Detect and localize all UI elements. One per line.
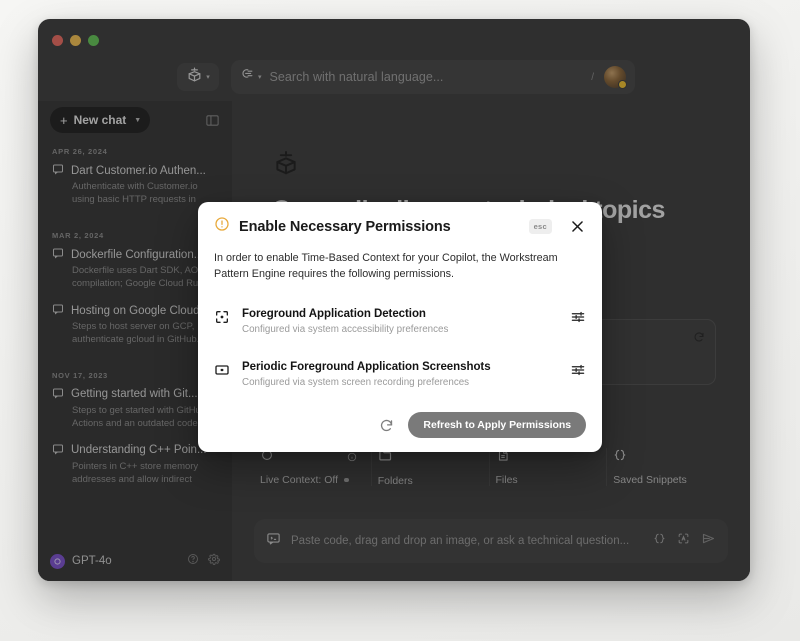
permission-description: Configured via system screen recording p… (242, 377, 470, 389)
code-braces-icon[interactable] (653, 532, 666, 550)
chevron-down-icon: ▾ (206, 74, 210, 81)
esc-key-badge: esc (528, 219, 552, 234)
permission-row-screenshots[interactable]: Periodic Foreground Application Screensh… (214, 351, 586, 394)
toggle-sidebar-button[interactable] (205, 113, 220, 128)
chat-item-title: Getting started with Git... (71, 388, 198, 401)
gear-icon[interactable] (208, 552, 220, 570)
new-chat-button[interactable]: + New chat ▼ (50, 107, 151, 133)
action-label-group: Saved Snippets (613, 474, 724, 486)
code-braces-icon (613, 448, 627, 467)
screenshot-icon (214, 362, 230, 383)
refresh-icon[interactable] (379, 418, 394, 433)
action-live-context[interactable]: Live Context: Off (254, 448, 371, 486)
send-icon[interactable] (701, 531, 716, 551)
permission-description: Configured via system accessibility pref… (242, 324, 449, 336)
permission-settings-icon[interactable] (570, 362, 586, 383)
minimize-window-button[interactable] (70, 34, 81, 46)
search-shortcut-hint: / (591, 71, 594, 83)
refresh-icon[interactable] (693, 330, 705, 348)
prompt-bubble-icon[interactable] (266, 531, 281, 551)
action-label: Live Context: Off (260, 474, 339, 486)
sidebar-header: + New chat ▼ (38, 101, 232, 133)
chat-item-title-row: Understanding C++ Poin... (52, 443, 218, 458)
avatar[interactable] (604, 66, 627, 89)
chat-item-title: Hosting on Google Cloud (71, 304, 200, 317)
sidebar-footer: GPT-4o (38, 541, 232, 581)
composer-input[interactable]: Paste code, drag and drop an image, or a… (291, 535, 643, 547)
chat-item-title: Dart Customer.io Authen... (71, 164, 206, 177)
chat-item-title: Dockerfile Configuration... (71, 248, 204, 261)
action-files[interactable]: Files (490, 448, 607, 486)
permissions-list: Foreground Application Detection Configu… (214, 298, 586, 394)
dialog-description: In order to enable Time-Based Context fo… (214, 252, 558, 281)
chat-item-preview: Authenticate with Customer.io using basi… (72, 181, 198, 206)
action-label: Folders (377, 474, 413, 487)
search-filter-icon (240, 67, 255, 87)
text-recognition-icon[interactable] (677, 532, 690, 550)
new-chat-label: New chat (73, 113, 127, 127)
dialog-header: Enable Necessary Permissions esc (214, 216, 586, 237)
permission-text-block: Foreground Application Detection Configu… (242, 304, 558, 335)
active-model-chip[interactable]: GPT-4o (50, 553, 112, 569)
chat-bubble-icon (52, 247, 64, 262)
search-mode-selector[interactable]: ▾ (240, 67, 262, 87)
box-logo-icon (186, 66, 203, 88)
close-window-button[interactable] (52, 34, 63, 46)
action-label-group: Live Context: Off (260, 474, 371, 486)
action-label: Files (495, 474, 518, 486)
close-icon[interactable] (569, 218, 586, 235)
top-toolbar: ▾ ▾ Search with natural language... / (38, 53, 750, 101)
window-controls (52, 34, 99, 46)
action-label: Saved Snippets (613, 474, 687, 486)
chat-item-preview: Pointers in C++ store memory addresses a… (72, 460, 199, 486)
permission-text-block: Periodic Foreground Application Screensh… (242, 357, 558, 388)
permission-row-foreground-detection[interactable]: Foreground Application Detection Configu… (214, 298, 586, 341)
brand-box-icon (272, 149, 714, 182)
chat-item-title-row: Dockerfile Configuration... (52, 247, 218, 262)
permissions-dialog-panel: Enable Necessary Permissions esc In orde… (198, 202, 602, 453)
maximize-window-button[interactable] (88, 34, 99, 46)
permission-name: Foreground Application Detection (242, 308, 426, 321)
chat-group-date: APR 26, 2024 (52, 147, 108, 156)
chat-item-preview: Dockerfile uses Dart SDK, AOT compilatio… (72, 265, 204, 290)
help-icon[interactable] (187, 552, 199, 570)
model-selector-button[interactable]: ▾ (177, 63, 219, 91)
chat-item-preview: Steps to get started with GitHub Actions… (72, 404, 207, 430)
warning-icon (214, 216, 230, 237)
permission-name: Periodic Foreground Application Screensh… (242, 361, 491, 374)
permission-settings-icon[interactable] (570, 309, 586, 330)
chat-bubble-icon (52, 303, 64, 318)
dialog-title: Enable Necessary Permissions (239, 218, 451, 235)
plus-icon: + (60, 112, 68, 128)
status-badge (344, 477, 349, 483)
model-avatar-icon (50, 553, 65, 569)
search-input[interactable]: Search with natural language... (270, 70, 592, 84)
active-model-label: GPT-4o (72, 555, 112, 567)
screen-root: ▾ ▾ Search with natural language... / + … (0, 0, 800, 641)
action-label-group: Files (496, 474, 607, 486)
chat-item-title-row: Getting started with Git... (52, 387, 218, 402)
chat-bubble-icon (52, 387, 64, 402)
permissions-dialog: Enable Necessary Permissions esc In orde… (198, 202, 602, 453)
action-label-group: Folders (378, 475, 489, 487)
message-composer[interactable]: Paste code, drag and drop an image, or a… (254, 519, 728, 563)
chat-item-title-row: Dart Customer.io Authen... (52, 163, 218, 178)
chat-bubble-icon (52, 163, 64, 178)
chat-bubble-icon (52, 443, 64, 458)
composer-icon-group (653, 531, 716, 551)
chevron-down-icon: ▾ (258, 74, 262, 81)
footer-icon-group (187, 552, 220, 570)
action-folders[interactable]: Folders (372, 448, 489, 487)
chat-item-preview: Steps to host server on GCP, authenticat… (72, 321, 200, 346)
chat-item-title-row: Hosting on Google Cloud (52, 303, 218, 318)
chat-item-title: Understanding C++ Poin... (71, 444, 207, 457)
action-saved-snippets[interactable]: Saved Snippets (607, 448, 724, 486)
dialog-footer: Refresh to Apply Permissions (214, 412, 586, 439)
chevron-down-icon: ▼ (134, 116, 142, 124)
refresh-permissions-button[interactable]: Refresh to Apply Permissions (408, 412, 586, 439)
search-bar[interactable]: ▾ Search with natural language... / (231, 60, 635, 94)
scan-focus-icon (214, 309, 230, 330)
